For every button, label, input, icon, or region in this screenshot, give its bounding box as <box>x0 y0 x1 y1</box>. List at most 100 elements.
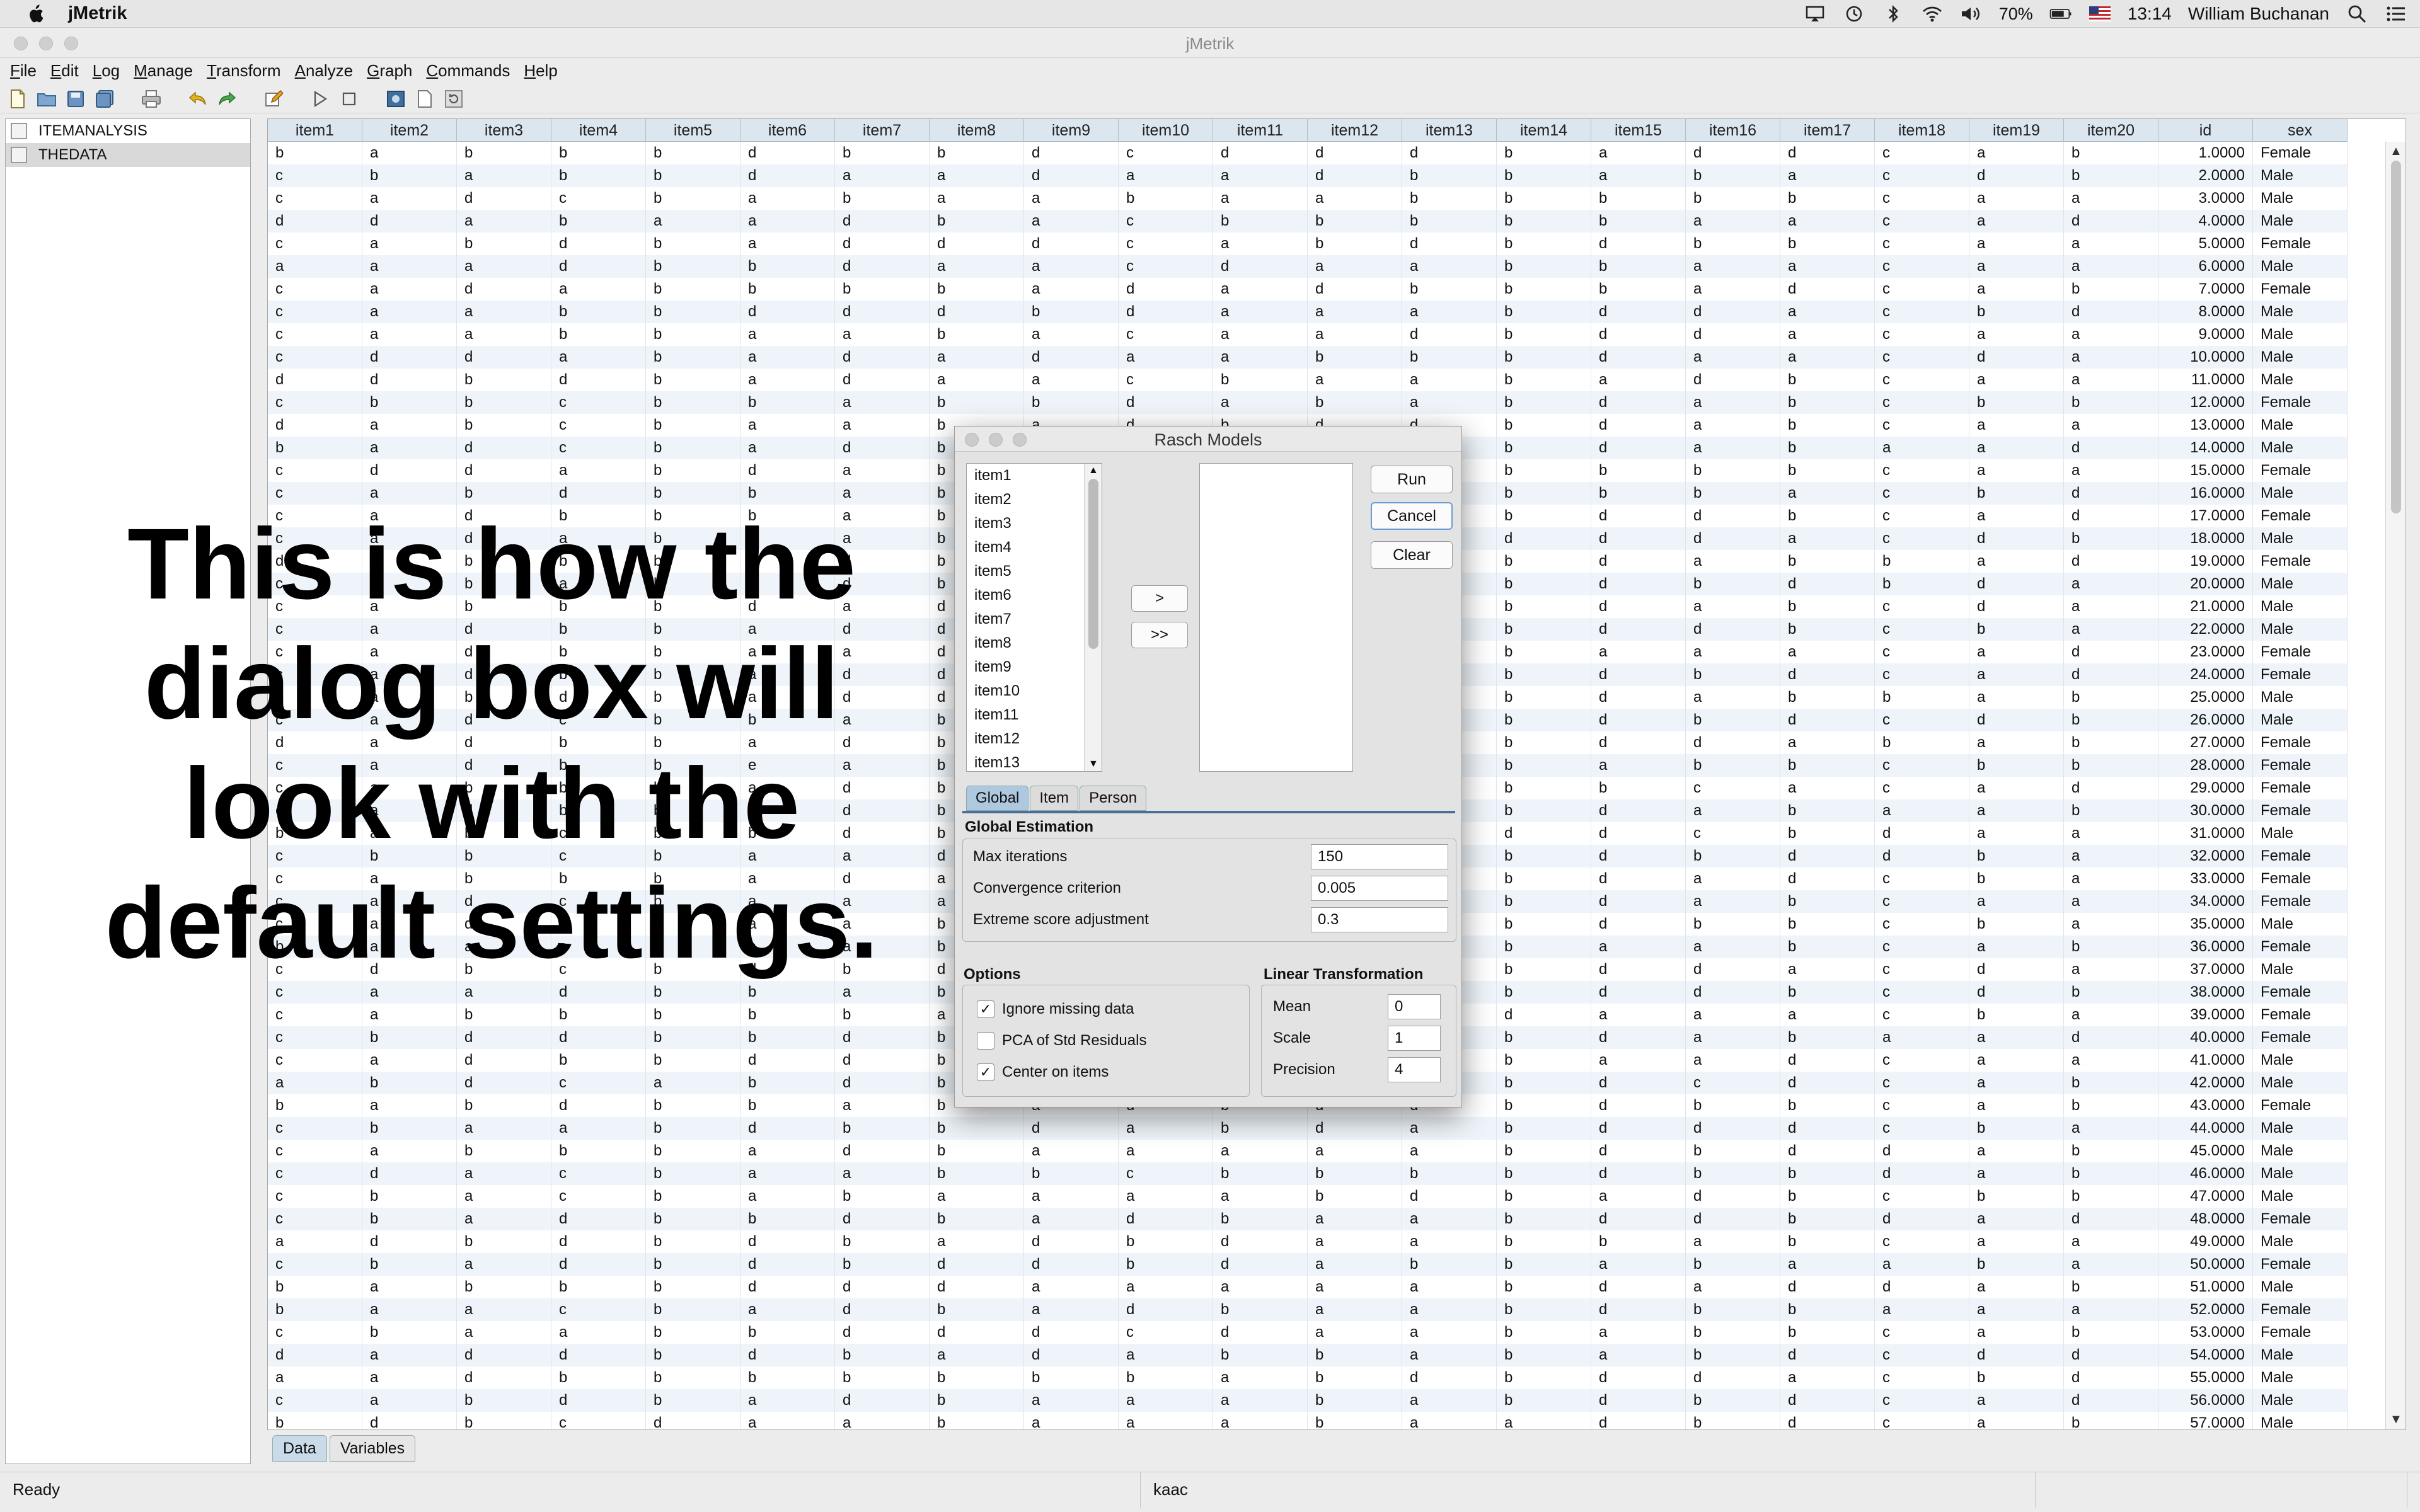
table-cell[interactable]: Female <box>2253 1004 2348 1026</box>
table-cell[interactable]: a <box>2064 868 2158 890</box>
table-cell[interactable]: a <box>1969 822 2064 845</box>
table-cell[interactable]: d <box>1308 1117 1402 1140</box>
table-cell[interactable]: a <box>362 1140 457 1162</box>
table-cell[interactable]: b <box>1686 663 1780 686</box>
table-cell[interactable]: a <box>1591 1321 1686 1344</box>
open-folder-icon[interactable] <box>34 87 59 111</box>
table-row[interactable]: c a d a b b b b a d a d b b b a d c a b 7.0000 Female <box>268 278 2348 301</box>
table-cell[interactable]: c <box>551 1412 646 1429</box>
table-cell[interactable]: Male <box>2253 1366 2348 1389</box>
table-cell[interactable]: d <box>1213 142 1308 164</box>
table-cell[interactable]: a <box>1780 255 1875 278</box>
table-cell[interactable]: d <box>457 187 551 210</box>
table-cell[interactable]: a <box>457 323 551 346</box>
table-cell[interactable]: a <box>1875 437 1969 459</box>
table-cell[interactable]: Male <box>2253 1117 2348 1140</box>
table-cell[interactable]: a <box>2064 1298 2158 1321</box>
table-cell[interactable]: a <box>551 346 646 369</box>
table-cell[interactable]: a <box>1213 164 1308 187</box>
table-cell[interactable]: c <box>1875 1117 1969 1140</box>
table-cell[interactable]: c <box>1119 255 1213 278</box>
table-cell[interactable]: Female <box>2253 1253 2348 1276</box>
table-cell[interactable]: d <box>457 278 551 301</box>
table-cell[interactable]: b <box>1497 459 1591 482</box>
table-cell[interactable]: Female <box>2253 1321 2348 1344</box>
table-cell[interactable]: d <box>1119 1298 1213 1321</box>
table-cell[interactable]: b <box>646 301 740 323</box>
table-cell[interactable]: a <box>1308 187 1402 210</box>
table-cell[interactable]: b <box>1969 913 2064 936</box>
table-cell[interactable]: b <box>740 255 835 278</box>
table-cell[interactable]: d <box>2064 1366 2158 1389</box>
table-cell[interactable]: Male <box>2253 187 2348 210</box>
table-cell[interactable]: d <box>1780 845 1875 868</box>
table-cell[interactable]: 14.0000 <box>2158 437 2253 459</box>
table-cell[interactable]: 22.0000 <box>2158 618 2253 641</box>
table-cell[interactable]: d <box>1780 709 1875 731</box>
precision-field[interactable]: 4 <box>1388 1057 1441 1082</box>
table-cell[interactable]: c <box>268 164 362 187</box>
table-cell[interactable]: a <box>362 301 457 323</box>
table-cell[interactable]: a <box>1591 1185 1686 1208</box>
table-cell[interactable]: Male <box>2253 822 2348 845</box>
table-cell[interactable]: b <box>646 981 740 1004</box>
scale-field[interactable]: 1 <box>1388 1026 1441 1051</box>
table-cell[interactable]: d <box>551 981 646 1004</box>
table-cell[interactable]: d <box>740 164 835 187</box>
table-cell[interactable]: b <box>2064 527 2158 550</box>
table-cell[interactable]: Male <box>2253 414 2348 437</box>
table-cell[interactable]: b <box>1780 1230 1875 1253</box>
table-cell[interactable]: a <box>2064 913 2158 936</box>
table-cell[interactable]: d <box>1591 981 1686 1004</box>
table-cell[interactable]: d <box>1591 505 1686 527</box>
table-cell[interactable]: a <box>1969 187 2064 210</box>
table-cell[interactable]: b <box>1780 505 1875 527</box>
table-cell[interactable]: a <box>1308 1253 1402 1276</box>
table-cell[interactable]: b <box>740 1026 835 1049</box>
table-cell[interactable]: d <box>551 1230 646 1253</box>
table-cell[interactable]: d <box>740 142 835 164</box>
table-cell[interactable]: b <box>457 482 551 505</box>
table-cell[interactable]: b <box>1213 1344 1308 1366</box>
table-cell[interactable]: b <box>1402 210 1497 232</box>
table-cell[interactable]: b <box>1686 1344 1780 1366</box>
table-cell[interactable]: d <box>1497 822 1591 845</box>
table-cell[interactable]: d <box>835 1389 930 1412</box>
table-cell[interactable]: c <box>1875 1230 1969 1253</box>
table-cell[interactable]: a <box>1402 1298 1497 1321</box>
table-cell[interactable]: b <box>1213 1162 1308 1185</box>
table-cell[interactable]: a <box>1024 210 1119 232</box>
table-cell[interactable]: 9.0000 <box>2158 323 2253 346</box>
table-cell[interactable]: 37.0000 <box>2158 958 2253 981</box>
table-row[interactable]: c a a b b d d d b d a a a b d d a c b d 8.0000 Male <box>268 301 2348 323</box>
table-cell[interactable]: a <box>1308 301 1402 323</box>
app-menu-name[interactable]: jMetrik <box>68 3 127 24</box>
table-cell[interactable]: a <box>1591 1049 1686 1072</box>
table-cell[interactable]: a <box>740 1412 835 1429</box>
table-cell[interactable]: a <box>1024 1412 1119 1429</box>
table-cell[interactable]: d <box>835 1276 930 1298</box>
table-cell[interactable]: d <box>457 1072 551 1094</box>
table-cell[interactable]: b <box>1780 187 1875 210</box>
table-cell[interactable]: b <box>1686 459 1780 482</box>
table-cell[interactable]: c <box>551 1298 646 1321</box>
table-cell[interactable]: Male <box>2253 1276 2348 1298</box>
scrollbar-thumb[interactable] <box>1088 479 1098 649</box>
table-cell[interactable]: b <box>1213 1117 1308 1140</box>
table-cell[interactable]: a <box>1686 278 1780 301</box>
table-cell[interactable]: a <box>457 210 551 232</box>
table-cell[interactable]: 8.0000 <box>2158 301 2253 323</box>
table-cell[interactable]: c <box>551 187 646 210</box>
table-cell[interactable]: a <box>1686 391 1780 414</box>
table-cell[interactable]: a <box>1402 1140 1497 1162</box>
table-cell[interactable]: d <box>835 301 930 323</box>
table-cell[interactable]: 29.0000 <box>2158 777 2253 799</box>
table-cell[interactable]: d <box>1686 505 1780 527</box>
table-cell[interactable]: d <box>1686 618 1780 641</box>
table-cell[interactable]: a <box>362 414 457 437</box>
table-cell[interactable]: b <box>1308 1344 1402 1366</box>
table-cell[interactable]: b <box>2064 731 2158 754</box>
table-cell[interactable]: a <box>268 255 362 278</box>
table-cell[interactable]: d <box>930 1276 1024 1298</box>
table-cell[interactable]: a <box>1308 1140 1402 1162</box>
